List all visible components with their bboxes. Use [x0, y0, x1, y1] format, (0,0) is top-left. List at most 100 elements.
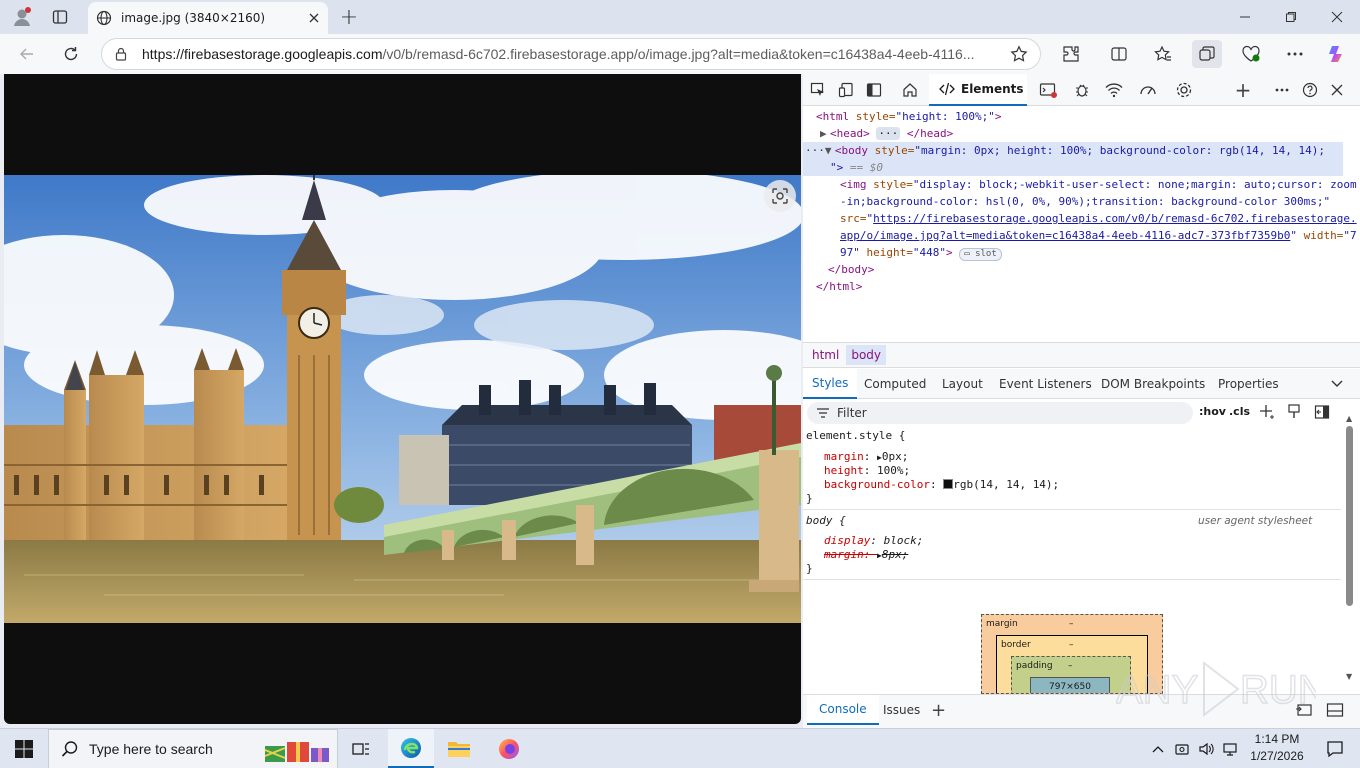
- tab-layout[interactable]: Layout: [942, 369, 983, 399]
- dom-node-body[interactable]: ···▼ <body style="margin: 0px; height: 10…: [805, 142, 1325, 159]
- displayed-image[interactable]: [4, 175, 801, 623]
- network-wifi-icon[interactable]: [1102, 78, 1126, 102]
- restore-icon[interactable]: [1268, 0, 1314, 34]
- dom-node-html[interactable]: <html style="height: 100%;">: [816, 108, 1001, 125]
- close-window-icon[interactable]: [1314, 0, 1360, 34]
- dom-node-html-close[interactable]: </html>: [816, 278, 862, 295]
- pane-tabs-chevron-icon[interactable]: [1331, 369, 1343, 399]
- hov-toggle[interactable]: :hov: [1199, 405, 1226, 418]
- copilot-icon[interactable]: [1322, 40, 1352, 68]
- css-property-name[interactable]: background-color: [824, 478, 930, 491]
- sources-bug-icon[interactable]: [1070, 78, 1094, 102]
- box-model-padding-value[interactable]: –: [1068, 661, 1073, 671]
- device-emulation-icon[interactable]: [834, 78, 858, 102]
- rule-element-style-selector[interactable]: element.style {: [806, 429, 905, 443]
- volume-icon[interactable]: [1194, 729, 1218, 768]
- refresh-icon[interactable]: [56, 40, 86, 68]
- file-explorer-icon[interactable]: [436, 729, 482, 768]
- css-declaration[interactable]: background-color: rgb(14, 14, 14);: [824, 478, 1059, 492]
- inspect-element-icon[interactable]: [806, 78, 830, 102]
- extensions-icon[interactable]: [1056, 40, 1086, 68]
- dom-node-head[interactable]: ▶ <head> ··· </head>: [820, 125, 953, 142]
- css-property-value[interactable]: 0px;: [882, 450, 909, 463]
- css-declaration[interactable]: margin: ▶0px;: [824, 450, 908, 465]
- vertical-tabs-icon[interactable]: [46, 4, 74, 30]
- search-highlight-gifts-icon[interactable]: [263, 736, 333, 764]
- more-options-icon[interactable]: [1270, 78, 1294, 102]
- tab-computed[interactable]: Computed: [864, 369, 926, 399]
- box-model-margin-value[interactable]: –: [1069, 619, 1074, 629]
- scroll-down-arrow[interactable]: ▼: [1346, 672, 1352, 681]
- breadcrumb-body[interactable]: body: [846, 345, 887, 365]
- favorites-icon[interactable]: [1148, 40, 1178, 68]
- active-tab[interactable]: image.jpg (3840×2160): [88, 2, 328, 34]
- address-bar[interactable]: https://firebasestorage.googleapis.com/v…: [101, 38, 1041, 70]
- color-swatch[interactable]: [943, 479, 954, 489]
- split-screen-icon[interactable]: [1104, 40, 1134, 68]
- expand-arrow-icon[interactable]: ▶: [820, 125, 830, 142]
- welcome-home-icon[interactable]: [898, 78, 922, 102]
- visual-search-button[interactable]: [764, 180, 796, 212]
- edge-taskbar-icon[interactable]: [388, 729, 434, 768]
- settings-gear-icon[interactable]: [1172, 78, 1196, 102]
- new-tab-button[interactable]: +: [335, 4, 363, 30]
- url-text[interactable]: https://firebasestorage.googleapis.com/v…: [142, 46, 1010, 62]
- start-button[interactable]: [0, 729, 48, 768]
- box-model-border-value[interactable]: –: [1069, 640, 1074, 650]
- browser-essentials-icon[interactable]: [1236, 40, 1266, 68]
- settings-more-icon[interactable]: [1280, 40, 1310, 68]
- cls-toggle[interactable]: .cls: [1229, 405, 1250, 418]
- drawer-toggle-icon[interactable]: [1326, 702, 1344, 718]
- minimize-icon[interactable]: [1222, 0, 1268, 34]
- css-property-value[interactable]: rgb(14, 14, 14);: [953, 478, 1059, 491]
- slot-badge[interactable]: ▭ slot: [959, 248, 1002, 261]
- show-hidden-icons-chevron[interactable]: [1146, 729, 1170, 768]
- node-options-dots[interactable]: ···: [805, 144, 825, 157]
- drawer-tab-console[interactable]: Console: [807, 695, 879, 725]
- scrollbar-thumb[interactable]: [1346, 426, 1353, 606]
- close-tab-icon[interactable]: [308, 12, 320, 24]
- src-link[interactable]: https://firebasestorage.googleapis.com/v…: [873, 212, 1356, 225]
- dock-side-icon[interactable]: [862, 78, 886, 102]
- profile-avatar-icon[interactable]: [8, 4, 36, 30]
- tab-elements[interactable]: Elements: [929, 74, 1027, 106]
- rule-body-selector[interactable]: body {: [806, 514, 846, 528]
- drawer-tab-issues[interactable]: Issues: [883, 695, 920, 725]
- scroll-up-arrow[interactable]: ▲: [1346, 414, 1352, 423]
- taskbar-search-box[interactable]: Type here to search: [48, 729, 338, 768]
- box-model-content[interactable]: 797×650: [1030, 677, 1110, 693]
- task-view-icon[interactable]: [338, 729, 384, 768]
- meet-now-icon[interactable]: [1170, 729, 1194, 768]
- network-icon[interactable]: [1218, 729, 1242, 768]
- css-declaration[interactable]: height: 100%;: [824, 464, 910, 478]
- tab-styles[interactable]: Styles: [803, 369, 858, 399]
- breadcrumb-html[interactable]: html: [807, 345, 844, 365]
- toggle-sidebar-icon[interactable]: [1314, 404, 1330, 420]
- help-icon[interactable]: [1298, 78, 1322, 102]
- new-style-rule-icon[interactable]: [1259, 404, 1275, 420]
- firefox-icon[interactable]: [486, 729, 532, 768]
- tab-event-listeners[interactable]: Event Listeners: [999, 369, 1092, 399]
- notifications-icon[interactable]: [1312, 729, 1358, 768]
- css-property-value[interactable]: 100%;: [877, 464, 910, 477]
- tab-dom-breakpoints[interactable]: DOM Breakpoints: [1101, 369, 1205, 399]
- collapsed-dots[interactable]: ···: [876, 127, 901, 140]
- console-tab-icon[interactable]: [1036, 78, 1060, 102]
- rendering-emulation-icon[interactable]: [1287, 404, 1301, 420]
- box-model-padding[interactable]: padding – 797×650: [1011, 656, 1131, 693]
- dom-node-img[interactable]: <img style="display: block;-webkit-user-…: [840, 176, 1357, 193]
- collections-icon[interactable]: [1192, 40, 1222, 68]
- styles-filter-input[interactable]: Filter: [807, 402, 1193, 424]
- css-property-name[interactable]: margin: [824, 450, 864, 463]
- performance-icon[interactable]: [1136, 78, 1160, 102]
- close-devtools-icon[interactable]: [1325, 78, 1349, 102]
- more-tools-add-button[interactable]: +: [1231, 78, 1255, 102]
- collapse-arrow-icon[interactable]: ▼: [825, 142, 835, 159]
- styles-scrollbar[interactable]: ▲ ▼: [1343, 414, 1357, 684]
- dom-node-body-close[interactable]: </body>: [828, 261, 874, 278]
- back-icon[interactable]: [12, 40, 42, 68]
- src-link-cont[interactable]: app/o/image.jpg?alt=media&token=c16438a4…: [840, 229, 1290, 242]
- box-model-content-size[interactable]: 797×650: [1049, 682, 1091, 692]
- css-property-name[interactable]: height: [824, 464, 864, 477]
- drawer-add-tab-button[interactable]: +: [931, 695, 946, 725]
